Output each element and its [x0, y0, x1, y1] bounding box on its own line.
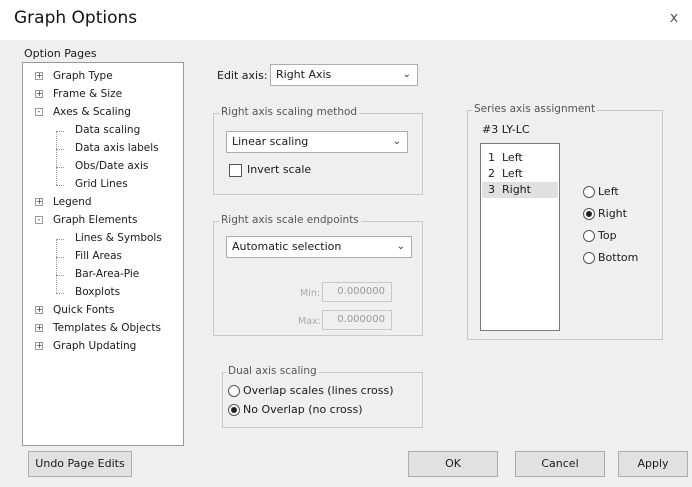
max-label: Max: [298, 316, 321, 327]
tree-connector [56, 131, 64, 132]
tree-item-label: Legend [53, 196, 92, 208]
undo-page-edits-button[interactable]: Undo Page Edits [28, 451, 132, 477]
tree-item-obs-date-axis[interactable]: Obs/Date axis [75, 158, 148, 174]
axis-right-label: Right [598, 207, 627, 220]
series-listbox[interactable]: 1 Left 2 Left 3 Right [480, 143, 560, 331]
axis-left-label: Left [598, 185, 619, 198]
tree-item-label: Graph Elements [53, 214, 138, 226]
series-assignment-group-label: Series axis assignment [472, 103, 598, 115]
scaling-method-value: Linear scaling [232, 135, 309, 148]
overlap-scales-label: Overlap scales (lines cross) [243, 384, 394, 397]
chevron-down-icon: ⌄ [402, 69, 411, 80]
series-name-label: #3 LY-LC [482, 123, 530, 136]
tree-item-label: Frame & Size [53, 88, 123, 100]
scaling-method-dropdown[interactable]: Linear scaling ⌄ [226, 131, 408, 153]
list-item[interactable]: 2 Left [482, 166, 558, 182]
graph-options-dialog: Graph Options x Option Pages + Graph Typ… [0, 0, 692, 487]
tree-item-data-axis-labels[interactable]: Data axis labels [75, 140, 159, 156]
tree-connector [56, 257, 64, 258]
endpoints-value: Automatic selection [232, 240, 342, 253]
tree-item-grid-lines[interactable]: Grid Lines [75, 176, 128, 192]
list-item-selected[interactable]: 3 Right [482, 182, 558, 198]
tree-connector [56, 239, 57, 293]
axis-right-radio[interactable] [583, 208, 595, 220]
edit-axis-label: Edit axis: [217, 69, 268, 82]
min-label: Min: [300, 288, 321, 299]
option-pages-tree[interactable]: + Graph Type + Frame & Size - Axes & Sca… [22, 62, 184, 446]
tree-item-data-scaling[interactable]: Data scaling [75, 122, 140, 138]
chevron-down-icon: ⌄ [396, 241, 405, 252]
tree-item-label: Templates & Objects [53, 322, 161, 334]
list-item[interactable]: 1 Left [482, 150, 558, 166]
invert-scale-checkbox[interactable] [229, 164, 242, 177]
edit-axis-value: Right Axis [276, 68, 332, 81]
scale-endpoints-group-label: Right axis scale endpoints [219, 214, 361, 226]
plus-icon[interactable]: + [35, 90, 43, 98]
plus-icon[interactable]: + [35, 72, 43, 80]
tree-item-bar-area-pie[interactable]: Bar-Area-Pie [75, 266, 139, 282]
ok-button[interactable]: OK [408, 451, 498, 477]
dual-axis-group-label: Dual axis scaling [226, 365, 319, 377]
tree-connector [56, 131, 57, 185]
no-overlap-label: No Overlap (no cross) [243, 403, 363, 416]
axis-top-radio[interactable] [583, 230, 595, 242]
tree-connector [56, 293, 64, 294]
endpoints-dropdown[interactable]: Automatic selection ⌄ [226, 236, 412, 258]
tree-item-label: Graph Updating [53, 340, 137, 352]
tree-item-boxplots[interactable]: Boxplots [75, 284, 120, 300]
window-title: Graph Options [14, 8, 138, 28]
tree-connector [56, 275, 64, 276]
chevron-down-icon: ⌄ [392, 136, 401, 147]
tree-item-label: Graph Type [53, 70, 113, 82]
cancel-button[interactable]: Cancel [515, 451, 605, 477]
minus-icon[interactable]: - [35, 108, 43, 116]
tree-item-label: Axes & Scaling [53, 106, 131, 118]
no-overlap-radio[interactable] [228, 404, 240, 416]
plus-icon[interactable]: + [35, 198, 43, 206]
minus-icon[interactable]: - [35, 216, 43, 224]
axis-left-radio[interactable] [583, 186, 595, 198]
overlap-scales-radio[interactable] [228, 385, 240, 397]
dual-axis-group [222, 372, 423, 428]
scaling-method-group-label: Right axis scaling method [219, 106, 360, 118]
option-pages-label: Option Pages [24, 47, 97, 60]
tree-connector [56, 185, 64, 186]
scaling-method-group [213, 113, 423, 195]
invert-scale-label: Invert scale [247, 163, 312, 176]
tree-connector [56, 239, 64, 240]
edit-axis-dropdown[interactable]: Right Axis ⌄ [270, 64, 418, 86]
tree-connector [56, 149, 64, 150]
title-bar: Graph Options x [0, 0, 692, 40]
plus-icon[interactable]: + [35, 342, 43, 350]
tree-item-label: Quick Fonts [53, 304, 115, 316]
tree-item-lines-symbols[interactable]: Lines & Symbols [75, 230, 162, 246]
apply-button[interactable]: Apply [618, 451, 688, 477]
tree-item-fill-areas[interactable]: Fill Areas [75, 248, 122, 264]
axis-bottom-label: Bottom [598, 251, 639, 264]
plus-icon[interactable]: + [35, 306, 43, 314]
close-icon[interactable]: x [666, 10, 682, 26]
axis-bottom-radio[interactable] [583, 252, 595, 264]
axis-top-label: Top [598, 229, 617, 242]
max-value-field[interactable]: 0.000000 [322, 310, 392, 330]
plus-icon[interactable]: + [35, 324, 43, 332]
tree-connector [56, 167, 64, 168]
min-value-field[interactable]: 0.000000 [322, 282, 392, 302]
